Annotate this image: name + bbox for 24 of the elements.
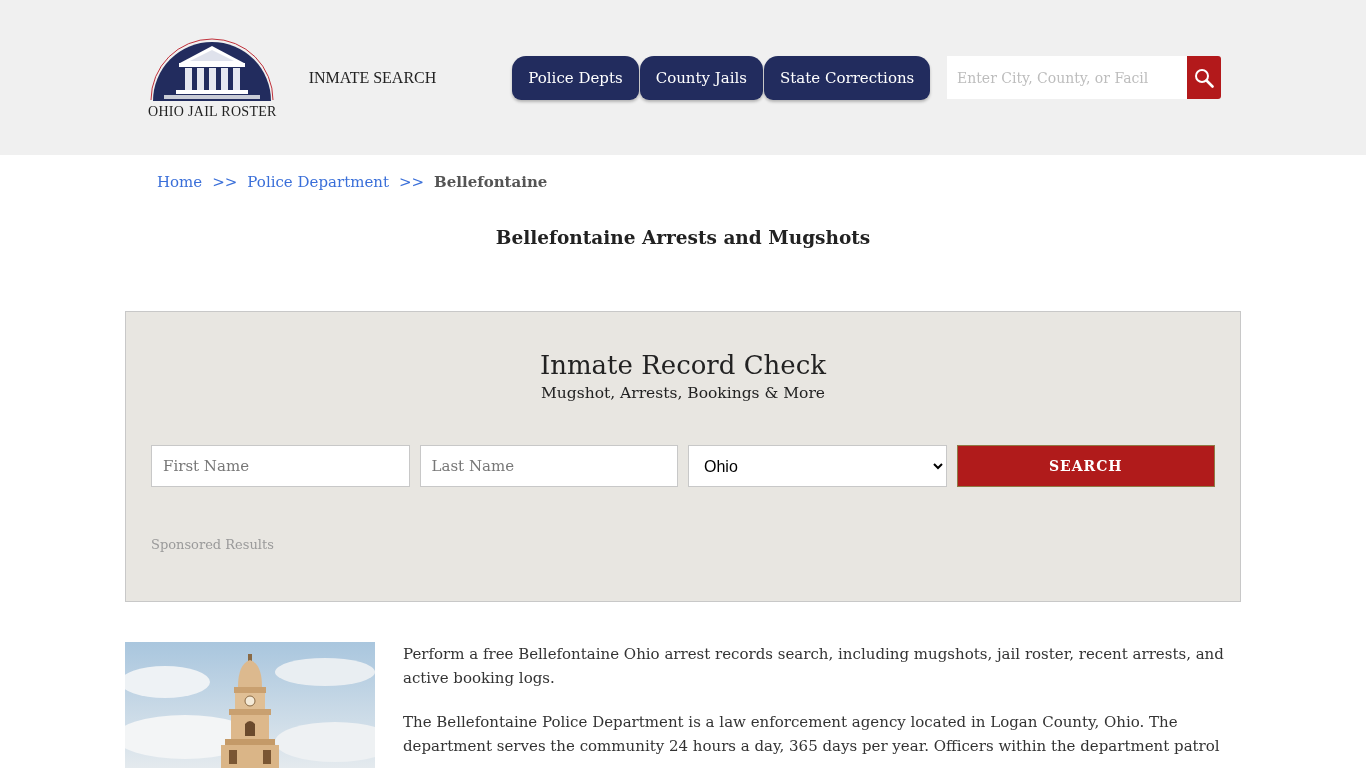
name-field[interactable]: Last Name (419, 445, 678, 487)
search-button[interactable]: SEARCH (956, 445, 1215, 487)
nav-tab[interactable]: Police Depts (512, 55, 639, 100)
courthouse-logo-icon (150, 35, 275, 101)
page-title: Bellefontaine Arrests and Mugshots (495, 226, 871, 250)
sponsored-label: Sponsored Results (151, 537, 274, 552)
breadcrumb-current: Bellefontaine (434, 172, 548, 192)
breadcrumb-link[interactable]: Home (157, 172, 203, 192)
inmate-search-link[interactable]: INMATE SEARCH (308, 68, 437, 87)
search-icon (1194, 67, 1214, 88)
name-field[interactable]: First Name (151, 445, 410, 487)
article-paragraph: Perform a free Bellefontaine Ohio arrest records search, including mugshots, jail roster, recent arrests, and active booking logs. (403, 644, 1225, 689)
site-logo-link[interactable]: OHIO JAIL ROSTER (148, 35, 277, 120)
nav-tab[interactable]: County Jails (639, 55, 764, 100)
breadcrumb-separator: >> (398, 172, 425, 192)
search-submit-button[interactable] (1187, 56, 1221, 99)
panel-title: Inmate Record Check (539, 349, 827, 382)
state-select[interactable]: Ohio (688, 445, 947, 487)
breadcrumb-separator: >> (212, 172, 238, 192)
article-paragraph: The Bellefontaine Police Department is a law enforcement agency located in Logan County, Ohio. The department serves the community 24 hours a day, 365 days per year. Officers within the department patrol (403, 712, 1221, 757)
panel-subtitle: Mugshot, Arrests, Bookings & More (541, 383, 825, 404)
nav-tab[interactable]: State Corrections (764, 55, 931, 100)
breadcrumb-link[interactable]: Police Department (247, 172, 389, 192)
location-search-field[interactable]: Enter City, County, or Facil (947, 56, 1187, 99)
